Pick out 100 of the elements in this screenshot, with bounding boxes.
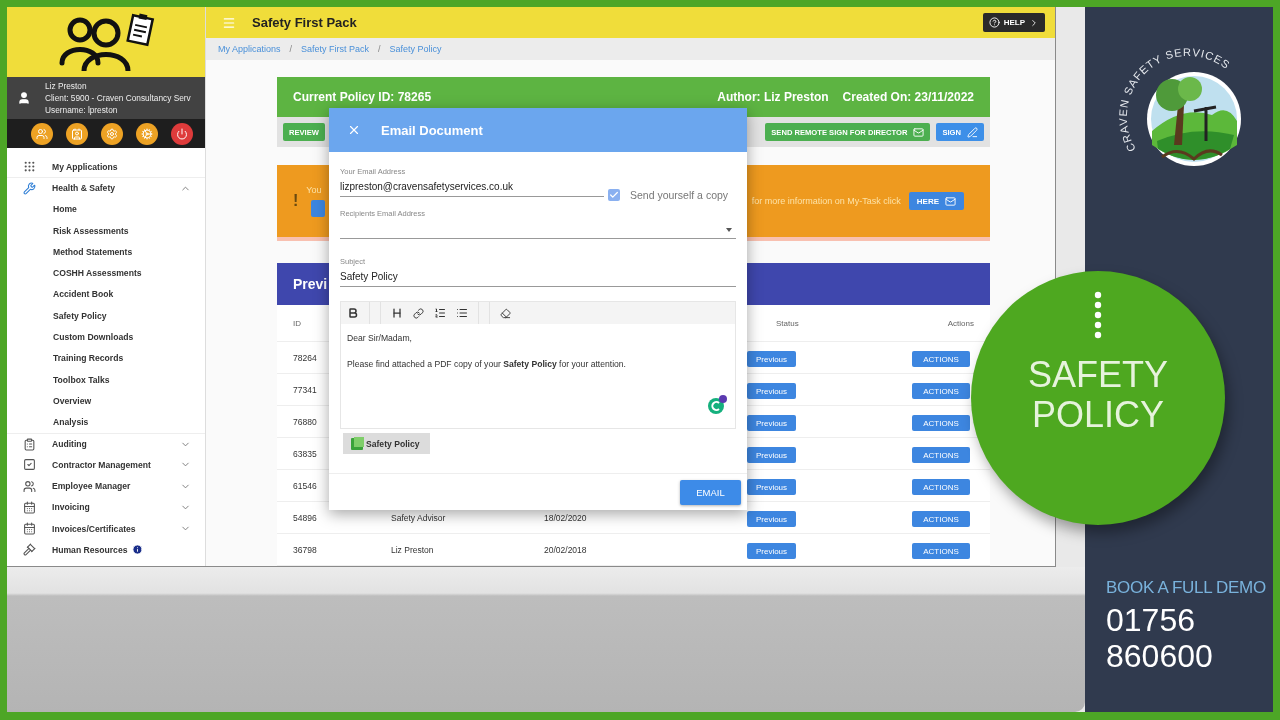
actions-button[interactable]: ACTIONS: [912, 479, 970, 496]
submenu-item[interactable]: Overview: [7, 390, 205, 412]
user-name: Liz Preston: [45, 80, 88, 92]
status-button[interactable]: Previous: [747, 415, 796, 432]
table-cell-text: 77341: [293, 384, 318, 395]
submenu-item[interactable]: COSHH Assessments: [7, 262, 205, 284]
people-icon: [36, 127, 48, 140]
checkbox[interactable]: [608, 189, 620, 201]
table-cell-text: 78264: [293, 352, 318, 363]
menu-item[interactable]: My Applications: [7, 156, 205, 178]
actions-button[interactable]: ACTIONS: [912, 383, 970, 400]
chevron-right-icon: [1029, 17, 1039, 28]
eraser-icon[interactable]: [500, 307, 511, 319]
menu-item[interactable]: Auditing: [7, 432, 205, 455]
demo-call-to-action: BOOK A FULL DEMO: [1106, 578, 1266, 598]
table-cell-text: Liz Preston: [391, 544, 435, 555]
submenu-item[interactable]: Risk Assessments: [7, 219, 205, 242]
status-button[interactable]: Previous: [747, 479, 796, 496]
quick-action-button[interactable]: [101, 122, 123, 145]
bold-icon[interactable]: [347, 307, 359, 319]
table-cell-text: 36798: [293, 544, 318, 555]
breadcrumb-separator: /: [289, 44, 293, 55]
badge-title: SAFETY POLICY: [1027, 355, 1169, 435]
menu-item[interactable]: Invoicing: [7, 496, 205, 519]
checkbox-label: Send yourself a copy: [630, 189, 729, 201]
status-button[interactable]: Previous: [747, 543, 796, 560]
gavel-icon: [23, 543, 36, 557]
breadcrumb-separator: /: [378, 44, 381, 55]
status-button[interactable]: Previous: [747, 351, 796, 368]
table-cell-text: 63835: [293, 448, 318, 459]
mail-icon: [945, 195, 956, 207]
notice-text: for more information on My-Task click: [751, 196, 901, 206]
heading-icon[interactable]: [391, 307, 403, 319]
column-header: ID: [293, 318, 302, 328]
submenu-item[interactable]: Home: [7, 198, 205, 220]
submenu-item[interactable]: Custom Downloads: [7, 326, 205, 348]
message-paragraph: Please find attached a PDF copy of your Safety Policy for your attention.: [347, 359, 627, 369]
notice-text: You: [306, 185, 323, 195]
dotted-line-icon: [1094, 291, 1102, 341]
clipboard-icon: [23, 437, 36, 451]
column-header: Status: [775, 318, 800, 328]
message-paragraph: Dear Sir/Madam,: [347, 333, 413, 343]
submenu-item[interactable]: Training Records: [7, 347, 205, 369]
help-button[interactable]: HELP: [982, 13, 1045, 33]
quick-action-button[interactable]: [66, 122, 88, 145]
status-button[interactable]: Previous: [747, 383, 796, 400]
page-title: Safety First Pack: [252, 15, 358, 31]
phone-number: 860600: [1106, 638, 1213, 674]
numbered-list-icon[interactable]: [434, 307, 446, 319]
menu-item[interactable]: Health & Safety: [7, 177, 205, 199]
gear-icon: [106, 127, 118, 140]
signature-icon: [967, 126, 978, 138]
pdf-file-icon: [351, 437, 364, 450]
power-icon: [176, 127, 188, 140]
link-icon[interactable]: [413, 307, 424, 319]
menu-item[interactable]: Invoices/Certificates: [7, 518, 205, 540]
submenu-item[interactable]: Method Statements: [7, 241, 205, 263]
actions-button[interactable]: ACTIONS: [912, 415, 970, 432]
menu-item[interactable]: Contractor Management: [7, 454, 205, 476]
submenu-item[interactable]: Safety Policy: [7, 305, 205, 327]
username: Username: lpreston: [45, 104, 119, 116]
dialog-title: Email Document: [381, 122, 483, 138]
menu-item[interactable]: Employee Manager: [7, 475, 205, 497]
calendar-icon: [23, 522, 36, 536]
contact-icon: [71, 127, 83, 140]
menu-item[interactable]: Human Resources: [7, 539, 205, 561]
column-header: Actions: [946, 318, 974, 328]
here-button[interactable]: HERE: [908, 192, 964, 210]
client-name: Client: 5900 - Craven Consultancy Serv: [45, 92, 191, 104]
bullet-list-icon[interactable]: [456, 307, 468, 319]
quick-action-button[interactable]: [136, 122, 158, 145]
actions-button[interactable]: ACTIONS: [912, 511, 970, 528]
phone-number: 01756: [1106, 602, 1196, 638]
status-button[interactable]: Previous: [747, 447, 796, 464]
table-cell-text: 18/02/2020: [544, 512, 588, 523]
actions-button[interactable]: ACTIONS: [912, 351, 970, 368]
table-cell-text: 61546: [293, 480, 318, 491]
section-title: Previ: [293, 276, 328, 292]
check-icon: [609, 190, 619, 200]
actions-button[interactable]: ACTIONS: [912, 543, 970, 560]
grammar-checker-icon[interactable]: [708, 395, 728, 415]
submenu-item[interactable]: Toolbox Talks: [7, 368, 205, 391]
table-cell-text: 54896: [293, 512, 318, 523]
table-cell-text: 76880: [293, 416, 318, 427]
cog-icon: [141, 127, 153, 140]
table-cell-text: 20/02/2018: [544, 544, 588, 555]
policy-created-date: Created On: 23/11/2022: [842, 90, 974, 104]
actions-button[interactable]: ACTIONS: [912, 447, 970, 464]
logout-button[interactable]: [171, 122, 193, 145]
attachment-chip[interactable]: Safety Policy: [343, 433, 430, 454]
wrench-icon: [23, 181, 36, 195]
message-editor[interactable]: Dear Sir/Madam, Please find attached a PDF copy of your Safety Policy for your attention.: [340, 301, 736, 429]
policy-author: Author: Liz Preston: [717, 90, 829, 104]
calendar-icon: [23, 500, 36, 514]
people-icon: [23, 479, 36, 493]
submenu-item[interactable]: Analysis: [7, 411, 205, 433]
submenu-item[interactable]: Accident Book: [7, 283, 205, 306]
grid-icon: [23, 160, 36, 174]
quick-action-button[interactable]: [31, 122, 53, 145]
status-button[interactable]: Previous: [747, 511, 796, 528]
